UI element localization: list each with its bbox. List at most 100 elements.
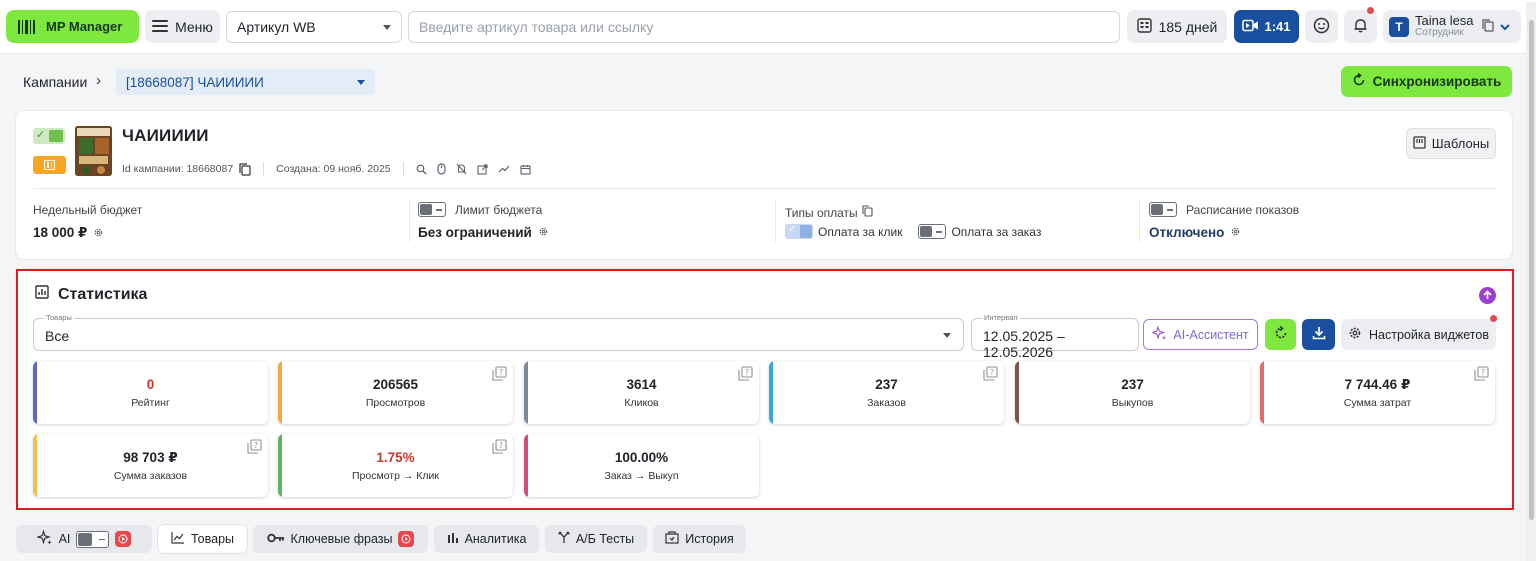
campaign-select[interactable]: [18668087] ЧАИИИИИ (116, 69, 375, 95)
copy-icon[interactable] (239, 162, 251, 176)
metric-tile: 1.75% Просмотр → Клик? (278, 434, 513, 497)
tab-analytics[interactable]: Аналитика (434, 525, 539, 553)
templates-button[interactable]: Шаблоны (1406, 128, 1496, 159)
logo-button[interactable]: MP Manager (6, 10, 139, 43)
help-icon[interactable]: ? (983, 366, 998, 381)
feedback-button[interactable] (1305, 10, 1338, 43)
budget-limit-toggle[interactable] (418, 202, 446, 217)
campaign-active-toggle[interactable]: ✓ (33, 128, 65, 144)
ai-toggle[interactable] (76, 530, 110, 548)
divider (1139, 200, 1140, 242)
refresh-stats-button[interactable] (1265, 319, 1296, 350)
payment-types-label: Типы оплаты (785, 205, 858, 220)
calendar-icon[interactable] (520, 164, 531, 175)
metric-label: Заказ → Выкуп (604, 470, 679, 482)
trend-icon[interactable] (498, 164, 510, 174)
help-icon[interactable]: ? (247, 439, 262, 454)
goods-select[interactable]: Товары Все (33, 314, 964, 351)
payment-types: Типы оплаты (785, 205, 873, 220)
video-play-icon[interactable] (115, 531, 132, 547)
metric-tile: 0 Рейтинг (33, 361, 268, 424)
divider (775, 200, 776, 242)
external-link-icon[interactable] (477, 163, 488, 175)
tab-ai[interactable]: AI (16, 525, 152, 553)
pay-click-toggle[interactable]: ✓ (785, 224, 813, 239)
user-name: Taina lesa (1415, 13, 1474, 28)
user-role: Сотрудник (1415, 27, 1464, 38)
menu-button[interactable]: Меню (145, 10, 220, 43)
help-icon[interactable]: ? (738, 366, 753, 381)
help-icon[interactable]: ? (1474, 366, 1489, 381)
copy-icon[interactable] (862, 205, 873, 220)
video-timer-button[interactable]: 1:41 (1234, 10, 1299, 43)
gear-icon[interactable] (538, 225, 549, 240)
svg-text:?: ? (254, 441, 258, 450)
campaign-created: Создана: 09 нояб. 2025 (276, 163, 391, 175)
schedule: Расписание показов (1149, 202, 1299, 217)
interval-picker[interactable]: Интервал 12.05.2025 – 12.05.2026 (971, 314, 1139, 360)
tab-history[interactable]: История (653, 525, 746, 553)
help-icon[interactable]: ? (492, 439, 507, 454)
metric-tile: 237 Заказов? (769, 361, 1004, 424)
schedule-toggle[interactable] (1149, 202, 1177, 217)
gear-icon[interactable] (93, 226, 104, 241)
tab-ab-tests[interactable]: А/Б Тесты (545, 525, 647, 553)
svg-text:?: ? (1481, 368, 1485, 377)
pay-order-toggle[interactable] (918, 224, 947, 239)
sparkle-icon (35, 528, 53, 549)
gear-icon[interactable] (1230, 225, 1241, 240)
zoom-icon[interactable] (416, 164, 427, 175)
budget-limit: Лимит бюджета (418, 202, 542, 217)
metric-color-bar (278, 434, 282, 497)
mouse-icon[interactable] (437, 163, 446, 175)
budget-limit-label: Лимит бюджета (455, 202, 543, 217)
payment-options: ✓ Оплата за клик Оплата за заказ (785, 224, 1041, 239)
key-icon (266, 532, 285, 546)
sync-button[interactable]: Синхронизировать (1341, 66, 1512, 97)
chevron-down-icon[interactable] (1499, 19, 1510, 34)
tab-keywords-label: Ключевые фразы (290, 532, 393, 546)
divider (402, 162, 404, 176)
bar-chart-icon (35, 285, 49, 304)
tab-keywords[interactable]: Ключевые фразы (253, 525, 428, 553)
menu-label: Меню (175, 18, 213, 35)
video-icon (1242, 19, 1259, 35)
subscription-days-button[interactable]: 185 дней (1127, 10, 1227, 43)
top-bar: MP Manager Меню Артикул WB 185 дней 1:41 (0, 0, 1536, 54)
sync-label: Синхронизировать (1372, 74, 1502, 89)
metric-value: 7 744.46 ₽ (1344, 377, 1411, 392)
gear-icon (1348, 326, 1362, 343)
tab-goods[interactable]: Товары (158, 525, 247, 553)
widget-settings-button[interactable]: Настройка виджетов (1341, 319, 1496, 350)
notifications-button[interactable] (1344, 7, 1377, 43)
scrollbar-thumb[interactable] (1529, 20, 1534, 520)
arrow-up-icon (1483, 288, 1492, 303)
history-icon (665, 531, 679, 547)
article-type-select[interactable]: Артикул WB (226, 11, 402, 43)
collapse-up-button[interactable] (1479, 287, 1496, 304)
metric-value: 237 (1121, 377, 1144, 392)
ai-assistant-button[interactable]: AI-Ассистент (1143, 319, 1258, 350)
metric-label: Просмотров (365, 397, 426, 409)
help-icon[interactable]: ? (492, 366, 507, 381)
pause-status-badge[interactable] (33, 156, 66, 174)
schedule-label: Расписание показов (1186, 202, 1300, 217)
metric-value: 237 (875, 377, 898, 392)
hamburger-icon (152, 19, 169, 35)
copy-icon[interactable] (1481, 18, 1494, 35)
metric-label: Рейтинг (131, 397, 170, 409)
metric-label: Заказов (867, 397, 906, 409)
download-button[interactable] (1302, 319, 1335, 350)
article-search-input[interactable] (408, 11, 1120, 43)
check-icon: ✓ (36, 129, 46, 141)
sparkle-icon (1151, 324, 1167, 344)
notification-dot (1367, 7, 1374, 14)
video-play-icon[interactable] (398, 531, 415, 547)
user-menu[interactable]: T Taina lesa Сотрудник (1383, 10, 1521, 43)
campaign-card (16, 111, 1512, 259)
bell-off-icon[interactable] (456, 163, 467, 175)
tab-ab-tests-label: А/Б Тесты (575, 532, 635, 546)
schedule-value: Отключено (1149, 225, 1225, 240)
breadcrumb-campaigns[interactable]: Кампании (23, 74, 87, 90)
templates-label: Шаблоны (1431, 136, 1490, 151)
